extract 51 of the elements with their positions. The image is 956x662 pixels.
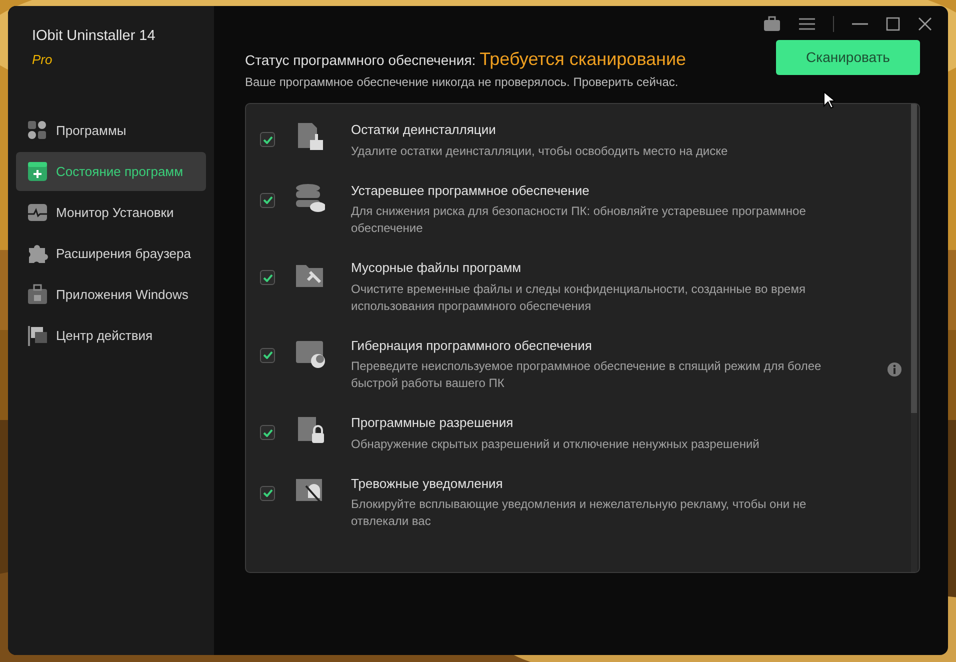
checkbox[interactable] — [260, 486, 275, 500]
status-subtitle: Ваше программное обеспечение никогда не проверялось. Проверить сейчас. — [245, 74, 680, 91]
item-title: Мусорные файлы программ — [351, 259, 522, 277]
item-description: Блокируйте всплывающие уведомления и нежелательную рекламу, чтобы они не отвлекали вас — [351, 496, 808, 530]
item-title: Остатки деинсталляции — [351, 121, 497, 139]
checkmark-icon — [262, 489, 272, 497]
database-cloud-icon — [295, 182, 325, 212]
cursor-icon — [823, 91, 835, 109]
status-value: Требуется сканирование — [480, 48, 686, 71]
app-title: IObit Uninstaller 14 — [32, 27, 156, 46]
item-title: Устаревшее программное обеспечение — [351, 182, 590, 200]
checkbox[interactable] — [260, 348, 275, 362]
menu-icon[interactable] — [799, 17, 815, 31]
item-description: Переведите неиспользуемое программное обеспечение в спящий режим для более быстрой работы вашего ПК — [351, 358, 822, 392]
item-description: Удалите остатки деинсталляции, чтобы освободить место на диске — [351, 142, 729, 160]
edition-label: Pro — [32, 50, 54, 69]
status-label: Статус программного обеспечения: — [245, 51, 476, 70]
close-icon[interactable] — [918, 17, 932, 31]
list-lock-icon — [295, 415, 325, 445]
checkbox[interactable] — [260, 192, 275, 208]
scan-button[interactable]: Сканировать — [776, 40, 920, 75]
scrollbar-thumb[interactable] — [911, 104, 917, 413]
checkmark-icon — [262, 136, 272, 144]
monitor-pulse-icon — [27, 202, 48, 224]
briefcase-icon[interactable] — [763, 16, 781, 32]
checkbox[interactable] — [260, 270, 275, 285]
item-description: Обнаружение скрытых разрешений и отключение ненужных разрешений — [351, 436, 760, 452]
sidebar-item[interactable]: Программы — [16, 111, 206, 150]
info-icon[interactable] — [887, 362, 902, 376]
checkbox[interactable] — [260, 132, 275, 147]
item-title: Тревожные уведомления — [351, 474, 504, 493]
window-plus-icon — [27, 161, 48, 182]
checkbox[interactable] — [260, 425, 275, 440]
item-title: Гибернация программного обеспечения — [351, 336, 593, 355]
checkmark-icon — [262, 428, 272, 436]
item-title: Программные разрешения — [351, 414, 514, 432]
item-description: Для снижения риска для безопасности ПК: обновляйте устаревшее программное обеспечение — [351, 203, 807, 237]
maximize-icon[interactable] — [886, 17, 900, 31]
flag-icon — [27, 325, 48, 346]
sidebar-item[interactable]: Состояние программ — [16, 152, 206, 192]
briefcase-icon — [27, 284, 48, 306]
sidebar-item[interactable]: Центр действия — [16, 316, 206, 356]
item-description: Очистите временные файлы и следы конфиденциальности, созданные во время использования программного обеспечения — [351, 280, 806, 314]
checkmark-icon — [262, 274, 272, 282]
puzzle-icon — [27, 243, 48, 264]
grid-icon — [27, 120, 48, 142]
checkmark-icon — [262, 351, 272, 359]
sidebar-item[interactable]: Монитор Установки — [16, 193, 206, 232]
checkmark-icon — [262, 196, 272, 204]
sidebar-item[interactable]: Расширения браузера — [16, 234, 206, 274]
sidebar-item[interactable]: Приложения Windows — [16, 275, 206, 314]
